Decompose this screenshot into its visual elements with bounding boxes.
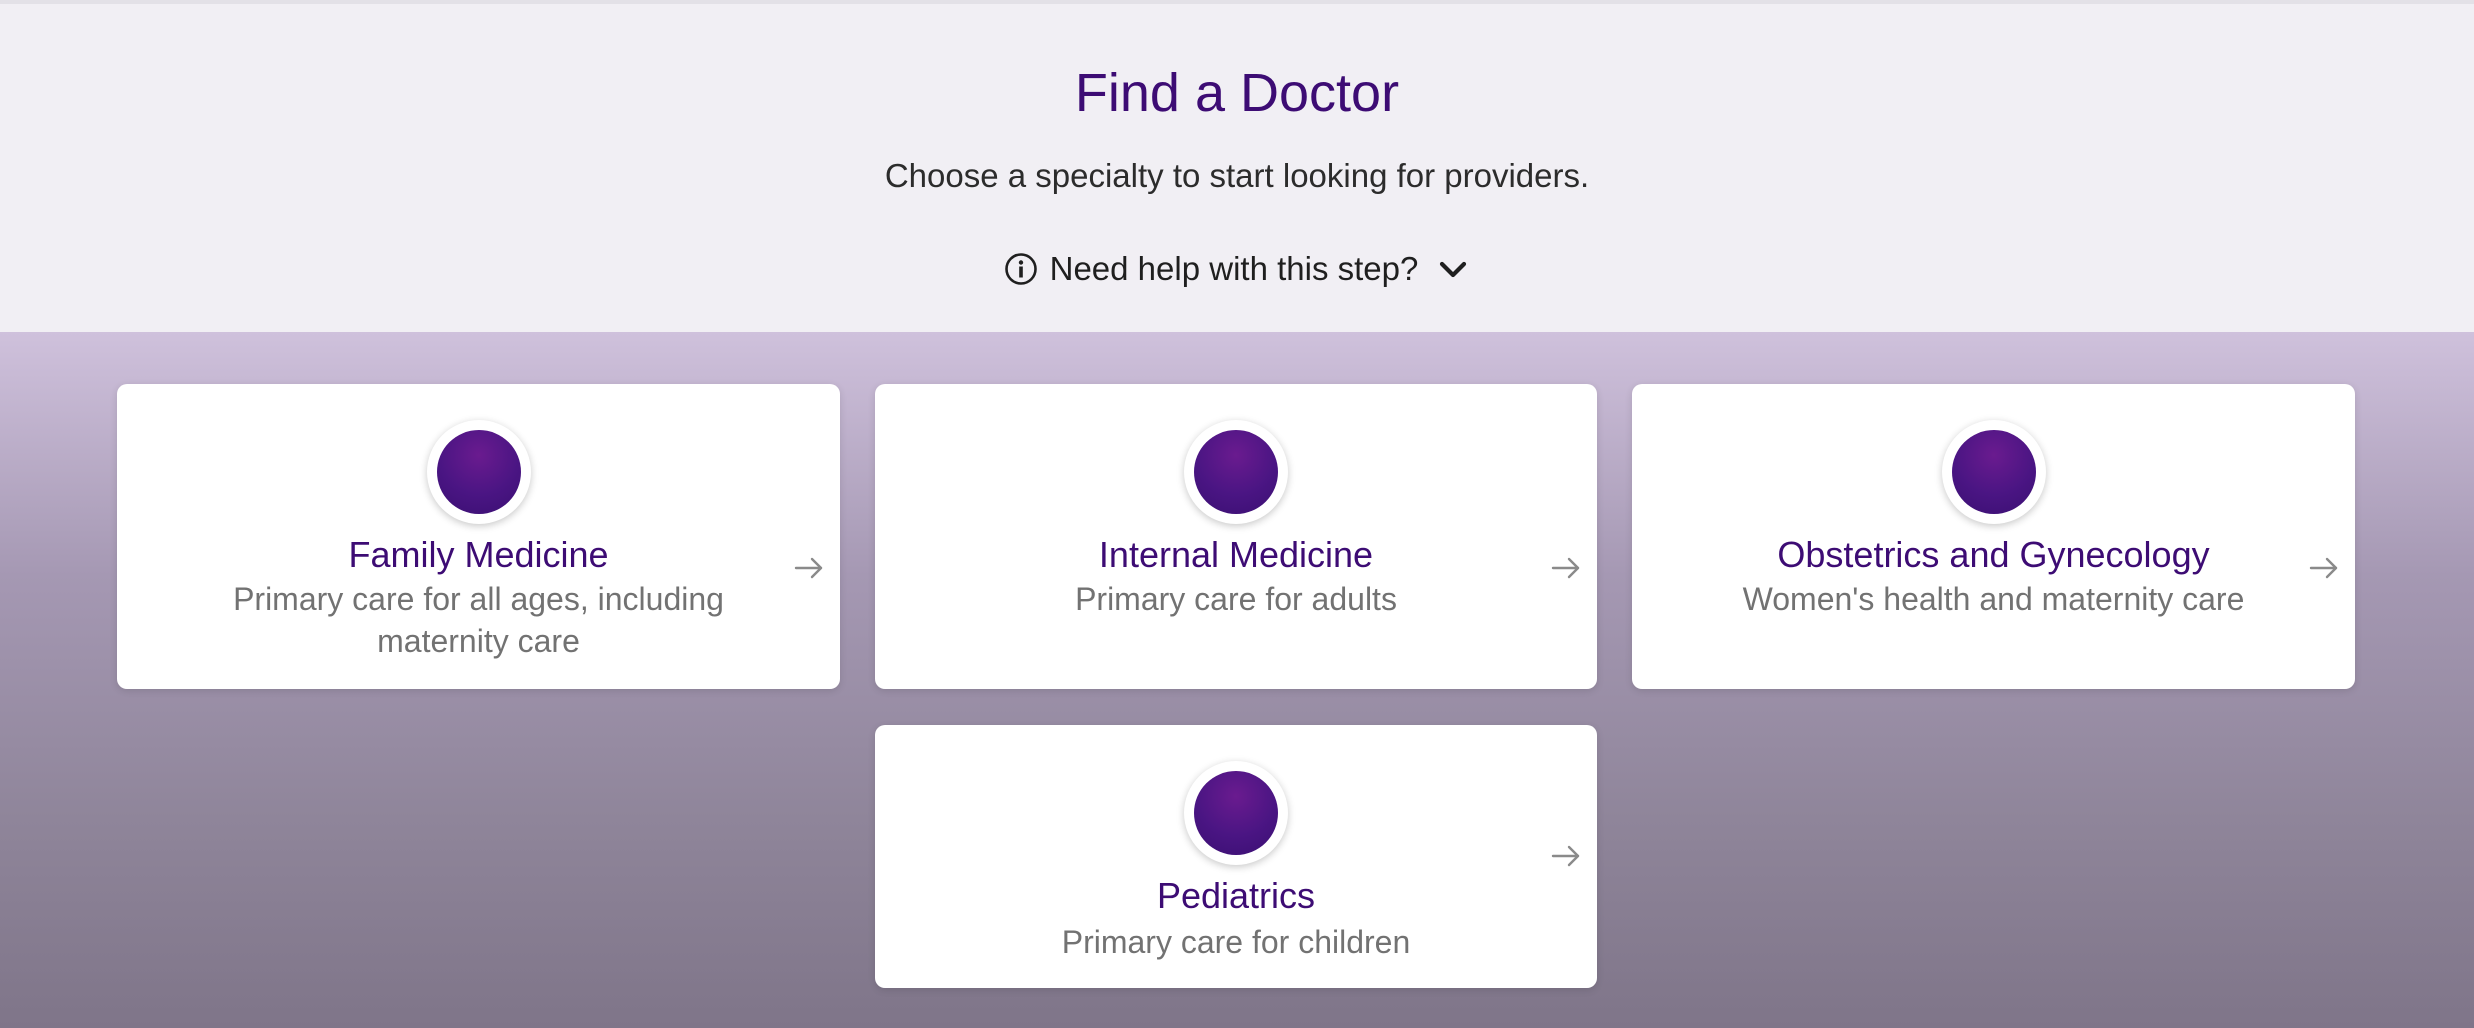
specialty-description: Primary care for children xyxy=(1061,924,1411,960)
arrow-right-icon xyxy=(792,551,826,585)
specialty-card-internal-medicine[interactable]: Internal Medicine Primary care for adult… xyxy=(875,384,1597,689)
page-subtitle: Choose a specialty to start looking for … xyxy=(884,157,1590,194)
specialty-title: Pediatrics xyxy=(1156,875,1316,916)
arrow-right-icon xyxy=(1549,839,1583,873)
help-toggle-label: Need help with this step? xyxy=(1049,250,1419,287)
specialty-description: Women's health and maternity care xyxy=(1742,581,2245,617)
specialty-title: Family Medicine xyxy=(348,534,609,575)
specialty-card-pediatrics[interactable]: Pediatrics Primary care for children xyxy=(875,725,1597,988)
specialty-avatar-icon xyxy=(1941,420,2046,524)
specialty-grid: Family Medicine Primary care for all age… xyxy=(0,332,2474,1028)
page-header: Find a Doctor Choose a specialty to star… xyxy=(0,0,2474,332)
info-icon xyxy=(1004,252,1038,286)
help-toggle-button[interactable]: Need help with this step? xyxy=(0,244,2474,294)
specialty-description: Primary care for all ages, including mat… xyxy=(233,581,724,659)
specialty-card-family-medicine[interactable]: Family Medicine Primary care for all age… xyxy=(117,384,840,689)
specialty-card-obstetrics-gynecology[interactable]: Obstetrics and Gynecology Women's health… xyxy=(1632,384,2355,689)
arrow-right-icon xyxy=(1549,551,1583,585)
specialty-avatar-icon xyxy=(1184,420,1288,524)
arrow-right-icon xyxy=(2307,551,2341,585)
specialty-description: Primary care for adults xyxy=(1075,581,1397,617)
specialty-avatar-icon xyxy=(426,420,531,524)
specialty-avatar-icon xyxy=(1184,761,1288,865)
find-a-doctor-page: Find a Doctor Choose a specialty to star… xyxy=(0,0,2474,1028)
chevron-down-icon xyxy=(1436,252,1470,286)
page-title: Find a Doctor xyxy=(1074,63,1400,123)
specialty-title: Obstetrics and Gynecology xyxy=(1777,534,2210,575)
specialty-title: Internal Medicine xyxy=(1098,534,1374,575)
